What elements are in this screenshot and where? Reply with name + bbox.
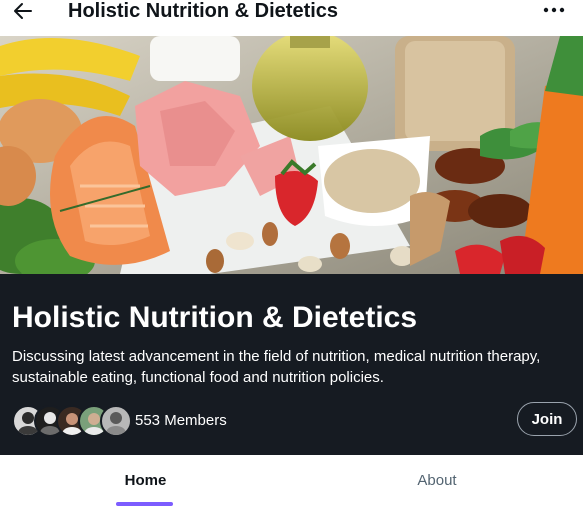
group-name: Holistic Nutrition & Dietetics [12,301,418,334]
page-title: Holistic Nutrition & Dietetics [68,0,339,22]
member-avatars[interactable] [12,405,132,437]
tab-about[interactable]: About [291,455,583,506]
more-options-button[interactable] [543,2,565,18]
tab-bar: Home About [0,455,583,506]
arrow-left-icon [14,3,32,19]
top-bar: Holistic Nutrition & Dietetics [0,0,583,36]
more-horizontal-icon [543,7,565,13]
back-button[interactable] [12,0,34,22]
group-info-panel: Holistic Nutrition & Dietetics Discussin… [0,274,583,455]
avatar [100,405,132,437]
join-button[interactable]: Join [517,402,577,436]
group-banner-image [0,36,583,274]
active-tab-indicator [116,502,173,506]
group-description: Discussing latest advancement in the fie… [12,348,541,386]
tab-home[interactable]: Home [0,455,291,506]
member-count[interactable]: 553 Members [135,412,227,430]
